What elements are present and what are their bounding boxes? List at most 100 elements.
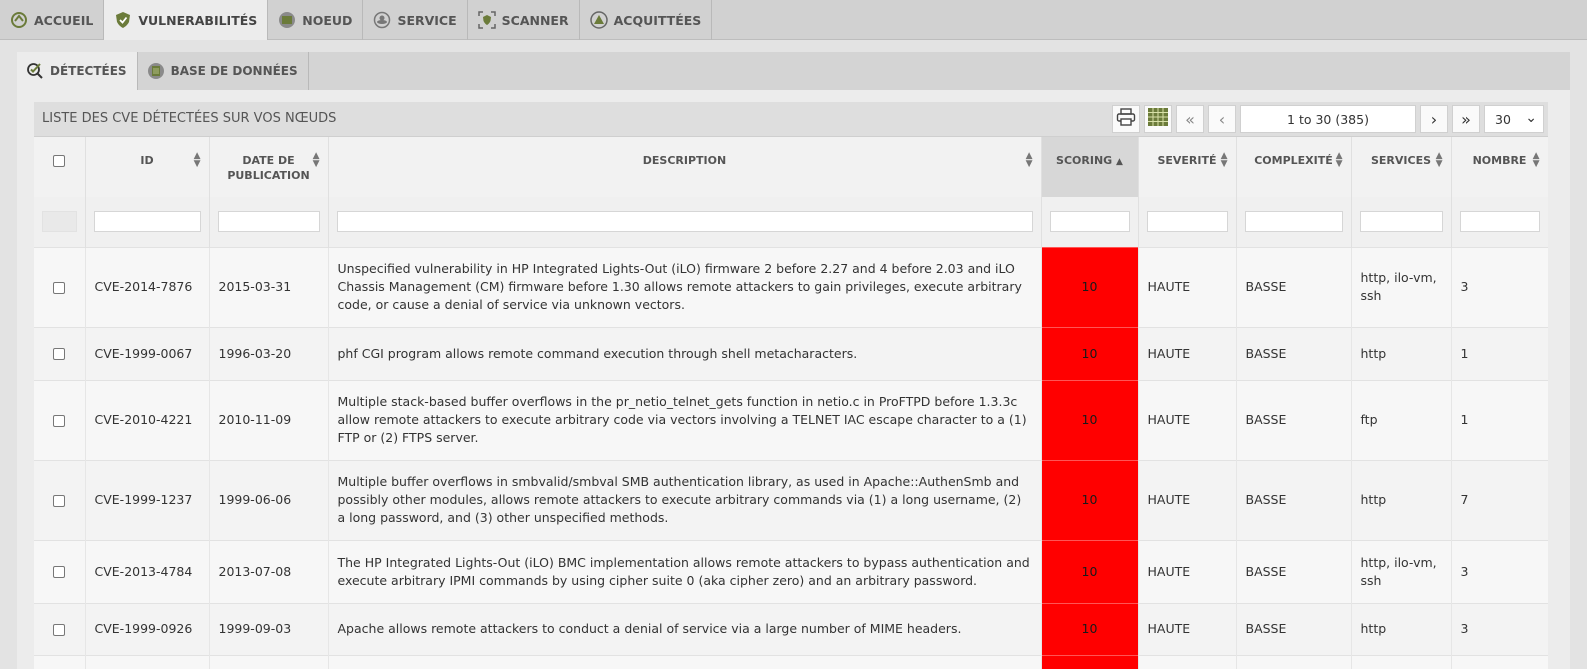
row-checkbox[interactable]	[53, 281, 66, 294]
column-header-description[interactable]: DESCRIPTION ▲ ▼	[328, 137, 1042, 197]
grid-icon	[1147, 107, 1169, 131]
table-row[interactable]	[34, 654, 1548, 669]
cve-id[interactable]: CVE-2013-4784	[85, 539, 210, 603]
detected-check-icon	[26, 62, 44, 80]
column-header-severity[interactable]: SEVERITÉ ▲ ▼	[1138, 137, 1237, 197]
sort-icon: ▲ ▼	[1435, 151, 1443, 169]
count-cell: 7	[1451, 459, 1548, 540]
tab-accueil[interactable]: ACCUEIL	[0, 0, 105, 40]
table-row[interactable]: CVE-1999-1237 1999-06-06 Multiple buffer…	[34, 459, 1548, 540]
prev-page-button[interactable]: ‹	[1208, 105, 1236, 133]
filter-count-input[interactable]	[1459, 211, 1540, 233]
filter-date-input[interactable]	[217, 211, 320, 233]
filter-complexity-input[interactable]	[1244, 211, 1343, 233]
score-cell: 10	[1041, 539, 1139, 603]
count-cell: 1	[1451, 326, 1548, 380]
sort-icon: ▲ ▼	[1025, 151, 1033, 169]
table-row[interactable]: CVE-2014-7876 2015-03-31 Unspecified vul…	[34, 246, 1548, 327]
publication-date: 2013-07-08	[209, 539, 329, 603]
tab-label: VULNERABILITÉS	[138, 12, 258, 28]
row-checkbox[interactable]	[53, 566, 66, 579]
last-page-button[interactable]: »	[1452, 105, 1480, 133]
tab-scanner[interactable]: SCANNER	[468, 0, 580, 40]
publication-date: 1999-06-06	[209, 459, 329, 540]
complexity-cell	[1236, 654, 1352, 669]
cve-description: Multiple stack-based buffer overflows in…	[328, 379, 1042, 460]
cve-description	[328, 654, 1042, 669]
cve-id[interactable]: CVE-1999-0067	[85, 326, 210, 380]
column-picker-button[interactable]	[1144, 105, 1172, 133]
column-header-complexity[interactable]: COMPLEXITÉ ▲ ▼	[1236, 137, 1352, 197]
services-cell: http	[1351, 326, 1452, 380]
row-checkbox[interactable]	[53, 623, 66, 636]
services-cell: http, ilo-vm, ssh	[1351, 539, 1452, 603]
double-chevron-right-icon: »	[1461, 109, 1471, 129]
filter-scoring-input[interactable]	[1049, 211, 1130, 233]
tab-noeud[interactable]: NOEUD	[268, 0, 364, 40]
column-header-services[interactable]: SERVICES ▲ ▼	[1351, 137, 1452, 197]
table-row[interactable]: CVE-2010-4221 2010-11-09 Multiple stack-…	[34, 379, 1548, 460]
cve-description: phf CGI program allows remote command ex…	[328, 326, 1042, 380]
filter-id-input[interactable]	[93, 211, 201, 233]
select-all-header	[34, 137, 86, 197]
first-page-button[interactable]: «	[1176, 105, 1204, 133]
column-header-date[interactable]: DATE DE PUBLICATION ▲ ▼	[209, 137, 329, 197]
page-info[interactable]: 1 to 30 (385)	[1240, 105, 1416, 133]
tab-acquittees[interactable]: ACQUITTÉES	[580, 0, 713, 40]
table-title: LISTE DES CVE DÉTECTÉES SUR VOS NŒUDS	[42, 111, 337, 126]
table-row[interactable]: CVE-2013-4784 2013-07-08 The HP Integrat…	[34, 539, 1548, 603]
chevron-left-icon: ‹	[1218, 109, 1226, 129]
row-checkbox[interactable]	[53, 494, 66, 507]
score-cell	[1041, 654, 1139, 669]
row-checkbox[interactable]	[53, 414, 66, 427]
severity-cell: HAUTE	[1138, 459, 1237, 540]
complexity-cell: BASSE	[1236, 539, 1352, 603]
column-label: SERVICES	[1370, 154, 1432, 167]
cve-id[interactable]: CVE-2014-7876	[85, 246, 210, 327]
page-size-value: 30	[1495, 111, 1511, 127]
database-icon	[147, 62, 165, 80]
count-cell: 1	[1451, 379, 1548, 460]
cve-id[interactable]	[85, 654, 210, 669]
table-row[interactable]: CVE-1999-0067 1996-03-20 phf CGI program…	[34, 326, 1548, 380]
table-row[interactable]: CVE-1999-0926 1999-09-03 Apache allows r…	[34, 602, 1548, 655]
cve-table: ID ▲ ▼ DATE DE PUBLICATION ▲ ▼ DESCRIPTION ▲ ▼…	[34, 137, 1548, 669]
row-checkbox[interactable]	[53, 348, 66, 361]
column-header-id[interactable]: ID ▲ ▼	[85, 137, 210, 197]
sort-asc-icon: ▲	[1116, 157, 1123, 167]
page-size-select[interactable]: 30 ⌄	[1484, 105, 1544, 133]
cve-id[interactable]: CVE-2010-4221	[85, 379, 210, 460]
cve-description: Multiple buffer overflows in smbvalid/sm…	[328, 459, 1042, 540]
shield-icon	[114, 11, 132, 29]
complexity-cell: BASSE	[1236, 326, 1352, 380]
tab-detectees[interactable]: DÉTECTÉES	[17, 52, 138, 90]
tab-base-de-donnees[interactable]: BASE DE DONNÉES	[138, 52, 309, 90]
sort-icon: ▲ ▼	[1220, 151, 1228, 169]
tab-service[interactable]: SERVICE	[363, 0, 468, 40]
services-cell: http	[1351, 602, 1452, 655]
publication-date	[209, 654, 329, 669]
severity-cell: HAUTE	[1138, 246, 1237, 327]
header-row: ID ▲ ▼ DATE DE PUBLICATION ▲ ▼ DESCRIPTION ▲ ▼…	[34, 137, 1548, 197]
service-icon	[373, 11, 391, 29]
cve-id[interactable]: CVE-1999-0926	[85, 602, 210, 655]
sort-icon: ▲ ▼	[1335, 151, 1343, 169]
count-cell: 3	[1451, 602, 1548, 655]
cve-id[interactable]: CVE-1999-1237	[85, 459, 210, 540]
filter-description-input[interactable]	[336, 211, 1033, 233]
filter-services-input[interactable]	[1359, 211, 1443, 233]
services-cell	[1351, 654, 1452, 669]
tab-vulnerabilites[interactable]: VULNERABILITÉS	[104, 0, 269, 40]
column-header-scoring[interactable]: SCORING ▲	[1041, 137, 1139, 197]
publication-date: 1996-03-20	[209, 326, 329, 380]
filter-severity-input[interactable]	[1146, 211, 1228, 233]
top-navigation: ACCUEIL VULNERABILITÉS NOEUD SERVICE SCA…	[0, 0, 1587, 40]
select-all-checkbox[interactable]	[53, 155, 66, 167]
next-page-button[interactable]: ›	[1420, 105, 1448, 133]
chevron-right-icon: ›	[1430, 109, 1438, 129]
print-button[interactable]	[1112, 105, 1140, 133]
column-label: DATE DE PUBLICATION	[227, 154, 310, 182]
column-header-count[interactable]: NOMBRE ▲ ▼	[1451, 137, 1548, 197]
sub-navigation: DÉTECTÉES BASE DE DONNÉES	[17, 52, 309, 90]
sort-icon: ▲ ▼	[193, 151, 201, 169]
